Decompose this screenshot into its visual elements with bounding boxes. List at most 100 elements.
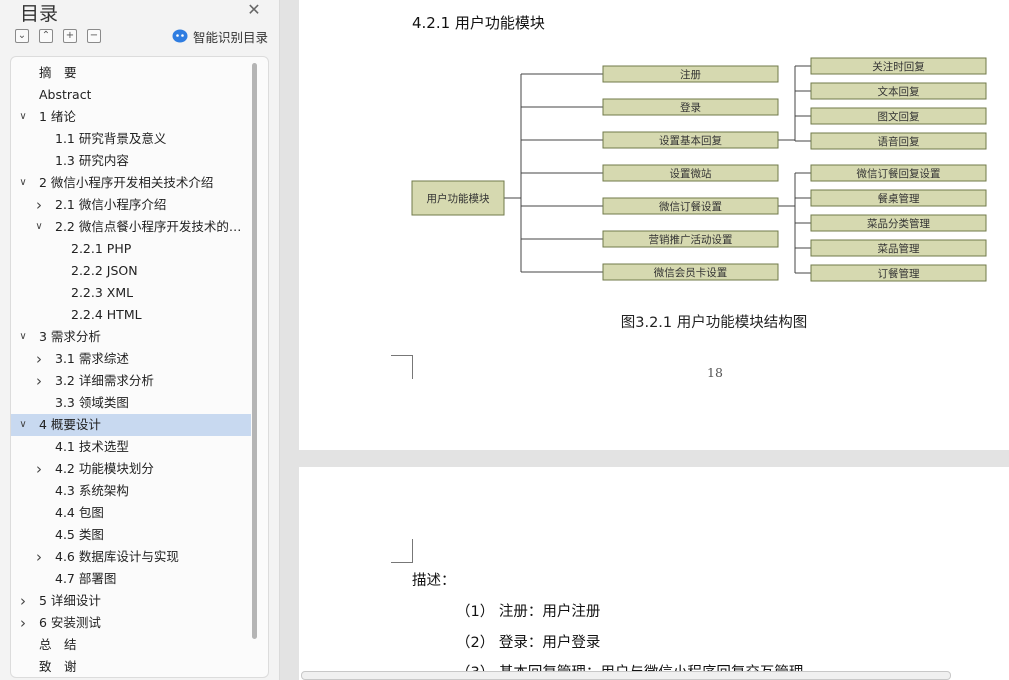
toc-item-label: 6 安装测试: [39, 615, 101, 630]
toc-item[interactable]: 致 谢: [11, 656, 251, 677]
submodule-label: 文本回复: [878, 85, 920, 98]
toc-item[interactable]: › 5 详细设计: [11, 590, 251, 612]
toc-item[interactable]: › 6 安装测试: [11, 612, 251, 634]
toc-item-label: 5 详细设计: [39, 593, 101, 608]
toc-item[interactable]: 1.3 研究内容: [11, 150, 251, 172]
chevron-down-icon[interactable]: ∨: [17, 172, 29, 194]
toc-item[interactable]: 4.4 包图: [11, 502, 251, 524]
submodule-label: 关注时回复: [872, 60, 925, 73]
toc-item[interactable]: › 3.1 需求综述: [11, 348, 251, 370]
toc-item[interactable]: 摘 要: [11, 62, 251, 84]
module-label: 登录: [680, 101, 701, 114]
description-line: （1） 注册：用户注册: [456, 604, 601, 620]
document-page: 描述： （1） 注册：用户注册 （2） 登录：用户登录 （3） 基本回复管理：用…: [299, 467, 1009, 680]
remove-heading-icon[interactable]: −: [87, 29, 101, 43]
toc-item-label: 1 绪论: [39, 109, 76, 124]
toc-item[interactable]: ∨ 1 绪论: [11, 106, 251, 128]
toc-item-label: 1.3 研究内容: [55, 153, 129, 168]
chevron-down-icon[interactable]: ∨: [17, 414, 29, 436]
toc-item-label: 4.4 包图: [55, 505, 104, 520]
smart-toc-button[interactable]: 智能识别目录: [172, 27, 268, 45]
toc-item[interactable]: ∨ 3 需求分析: [11, 326, 251, 348]
toc-item[interactable]: 2.2.4 HTML: [11, 304, 251, 326]
toc-item[interactable]: › 2.1 微信小程序介绍: [11, 194, 251, 216]
toc-item-label: 2.2.3 XML: [71, 285, 134, 300]
toc-item-label: 4.3 系统架构: [55, 483, 129, 498]
chevron-down-icon[interactable]: ∨: [17, 106, 29, 128]
toc-item-label: 3.1 需求综述: [55, 351, 129, 366]
smart-toc-label: 智能识别目录: [193, 29, 269, 45]
toc-item-label: 4.6 数据库设计与实现: [55, 549, 179, 564]
chevron-right-icon[interactable]: ›: [33, 370, 45, 392]
toc-item[interactable]: 2.2.3 XML: [11, 282, 251, 304]
toc-item[interactable]: ∨ 4 概要设计: [11, 414, 251, 436]
chevron-right-icon[interactable]: ›: [17, 590, 29, 612]
figure-caption: 图3.2.1 用户功能模块结构图: [620, 315, 808, 331]
smart-recognize-icon: [172, 29, 188, 43]
toc-scrollbar[interactable]: [252, 63, 257, 639]
chevron-right-icon[interactable]: ›: [17, 612, 29, 634]
submodule-label: 菜品分类管理: [867, 217, 930, 230]
toc-item-label: 3.3 领域类图: [55, 395, 129, 410]
toc-item-label: 摘 要: [39, 65, 77, 80]
submodule-label: 图文回复: [878, 110, 920, 123]
add-heading-icon[interactable]: +: [63, 29, 77, 43]
toc-title: 目录: [20, 3, 59, 25]
chevron-right-icon[interactable]: ›: [33, 194, 45, 216]
toc-item[interactable]: › 4.2 功能模块划分: [11, 458, 251, 480]
expand-all-icon[interactable]: ⌃: [39, 29, 53, 43]
toc-item-label: Abstract: [39, 87, 92, 102]
crop-mark: [391, 539, 413, 563]
toc-item[interactable]: 4.5 类图: [11, 524, 251, 546]
submodule-label: 订餐管理: [878, 267, 920, 280]
toc-item-label: 2.2.2 JSON: [71, 263, 138, 278]
toc-item[interactable]: 总 结: [11, 634, 251, 656]
toc-item[interactable]: 4.1 技术选型: [11, 436, 251, 458]
toc-panel: 摘 要 Abstract ∨ 1 绪论 1.1 研究背景及意义 1.3 研究内容 ∨ 2 微信…: [10, 56, 269, 678]
toc-item-label: 4.7 部署图: [55, 571, 117, 586]
toc-item[interactable]: 4.3 系统架构: [11, 480, 251, 502]
chevron-down-icon[interactable]: ∨: [33, 216, 45, 238]
toc-item[interactable]: › 4.6 数据库设计与实现: [11, 546, 251, 568]
collapse-all-icon[interactable]: ⌄: [15, 29, 29, 43]
submodule-label: 餐桌管理: [878, 192, 920, 205]
toc-item-label: 总 结: [39, 637, 77, 652]
toc-item[interactable]: 4.7 部署图: [11, 568, 251, 590]
toc-item[interactable]: ∨ 2.2 微信点餐小程序开发技术的介…: [11, 216, 251, 238]
module-label: 营销推广活动设置: [649, 233, 733, 246]
toc-item[interactable]: 3.3 领域类图: [11, 392, 251, 414]
document-view: 4.2.1 用户功能模块 用户功能模块 注册 登录 设置基本回复 设置微站 微信订餐设置营…: [281, 0, 1009, 680]
toc-item[interactable]: ∨ 2 微信小程序开发相关技术介绍: [11, 172, 251, 194]
toc-item-label: 4.2 功能模块划分: [55, 461, 154, 476]
toc-item-label: 2.2.4 HTML: [71, 307, 142, 322]
toc-item-label: 2.2.1 PHP: [71, 241, 132, 256]
module-label: 微信订餐设置: [659, 200, 722, 213]
chevron-right-icon[interactable]: ›: [33, 546, 45, 568]
toc-item[interactable]: 1.1 研究背景及意义: [11, 128, 251, 150]
close-icon[interactable]: ✕: [246, 2, 262, 18]
toc-item[interactable]: Abstract: [11, 84, 251, 106]
chevron-right-icon[interactable]: ›: [33, 458, 45, 480]
toc-item-label: 2 微信小程序开发相关技术介绍: [39, 175, 214, 190]
section-heading: 4.2.1 用户功能模块: [412, 14, 545, 32]
description-line: （2） 登录：用户登录: [456, 635, 601, 651]
root-module-label: 用户功能模块: [427, 192, 490, 205]
description-title: 描述：: [412, 573, 456, 589]
toc-item-label: 4.5 类图: [55, 527, 104, 542]
module-structure-diagram: 用户功能模块 注册登录设置基本回复设置微站微信订餐设置营销推广活动设置微信会员卡设…: [411, 57, 987, 282]
toc-item[interactable]: 2.2.2 JSON: [11, 260, 251, 282]
toc-item[interactable]: 2.2.1 PHP: [11, 238, 251, 260]
toc-item-label: 2.2 微信点餐小程序开发技术的介…: [55, 219, 247, 234]
toc-sidebar: 目录 ✕ ⌄ ⌃ + − 智能识别目录 摘 要 Abstract ∨ 1 绪论 1.1 …: [0, 0, 280, 680]
toc-item-label: 3.2 详细需求分析: [55, 373, 154, 388]
document-page: 4.2.1 用户功能模块 用户功能模块 注册 登录 设置基本回复 设置微站 微信订餐设置营…: [299, 0, 1009, 450]
submodule-label: 菜品管理: [878, 242, 920, 255]
chevron-right-icon[interactable]: ›: [33, 348, 45, 370]
chevron-down-icon[interactable]: ∨: [17, 326, 29, 348]
toc-item-label: 致 谢: [39, 659, 77, 674]
toc-item[interactable]: › 3.2 详细需求分析: [11, 370, 251, 392]
toc-item-label: 1.1 研究背景及意义: [55, 131, 167, 146]
horizontal-scrollbar[interactable]: [301, 671, 951, 680]
toc-item-label: 3 需求分析: [39, 329, 101, 344]
module-label: 设置微站: [670, 167, 712, 180]
